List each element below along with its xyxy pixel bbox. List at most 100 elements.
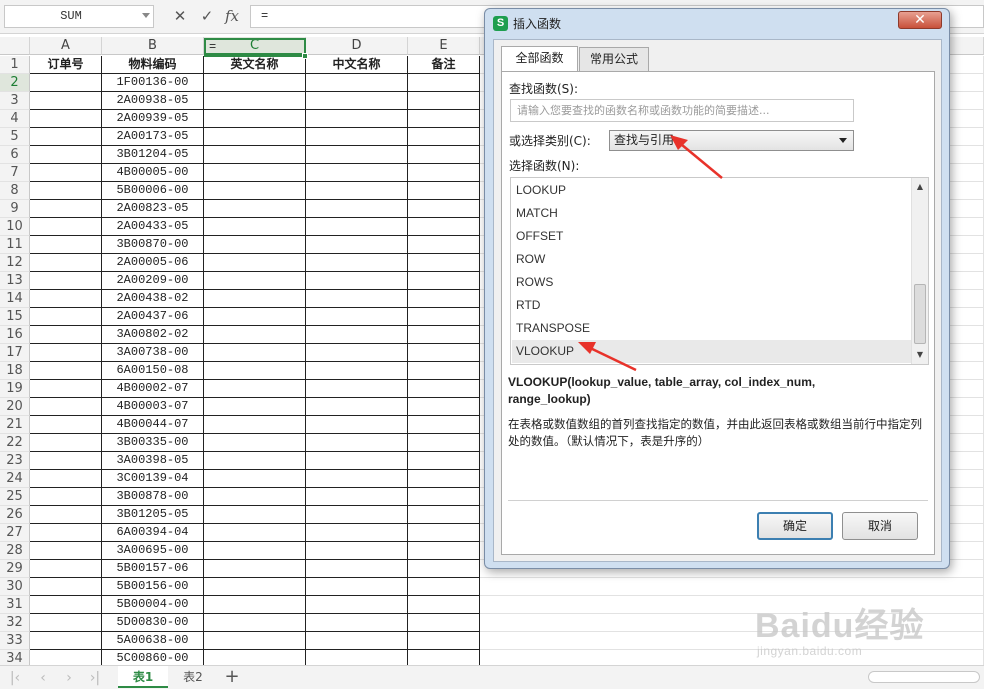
- cell[interactable]: [30, 128, 102, 146]
- code-cell[interactable]: 2A00438-02: [102, 290, 204, 308]
- cell[interactable]: [306, 92, 408, 110]
- code-cell[interactable]: 4B00044-07: [102, 416, 204, 434]
- cell[interactable]: [30, 434, 102, 452]
- row-header[interactable]: 12: [0, 254, 30, 272]
- function-item-vlookup[interactable]: VLOOKUP: [512, 340, 911, 363]
- cell[interactable]: [30, 398, 102, 416]
- category-select[interactable]: 查找与引用: [609, 130, 854, 151]
- row-header[interactable]: 10: [0, 218, 30, 236]
- scroll-thumb[interactable]: [914, 284, 926, 344]
- cell[interactable]: [408, 200, 480, 218]
- cell[interactable]: [30, 416, 102, 434]
- cell[interactable]: [408, 596, 480, 614]
- cell[interactable]: [204, 128, 306, 146]
- code-cell[interactable]: 5A00638-00: [102, 632, 204, 650]
- cell[interactable]: [30, 326, 102, 344]
- cell[interactable]: [30, 488, 102, 506]
- chevron-down-icon[interactable]: [142, 13, 150, 18]
- cell[interactable]: [306, 110, 408, 128]
- function-list[interactable]: VLOOKUP TRANSPOSE RTD ROWS ROW OFFSET MATCH LOO…: [510, 177, 929, 365]
- header-cell[interactable]: 物料编码: [102, 56, 204, 74]
- cell[interactable]: [30, 146, 102, 164]
- prev-sheet-icon[interactable]: ‹: [36, 670, 50, 686]
- cell[interactable]: [306, 218, 408, 236]
- cell[interactable]: [204, 74, 306, 92]
- cell[interactable]: [204, 524, 306, 542]
- row-header[interactable]: 15: [0, 308, 30, 326]
- cell[interactable]: [408, 146, 480, 164]
- row-header[interactable]: 3: [0, 92, 30, 110]
- cell[interactable]: [204, 362, 306, 380]
- cell[interactable]: [306, 236, 408, 254]
- cell[interactable]: [408, 632, 480, 650]
- cell[interactable]: [408, 128, 480, 146]
- row-header[interactable]: 7: [0, 164, 30, 182]
- row-header[interactable]: 27: [0, 524, 30, 542]
- cell[interactable]: [408, 524, 480, 542]
- code-cell[interactable]: 2A00938-05: [102, 92, 204, 110]
- cell[interactable]: [408, 506, 480, 524]
- row-header[interactable]: 19: [0, 380, 30, 398]
- close-button[interactable]: ✕: [898, 11, 942, 29]
- code-cell[interactable]: 2A00173-05: [102, 128, 204, 146]
- code-cell[interactable]: 4B00003-07: [102, 398, 204, 416]
- row-header[interactable]: 14: [0, 290, 30, 308]
- cell[interactable]: [204, 470, 306, 488]
- list-scrollbar[interactable]: ▲ ▼: [911, 178, 928, 364]
- cell[interactable]: [30, 272, 102, 290]
- cell[interactable]: [30, 236, 102, 254]
- cell[interactable]: [30, 596, 102, 614]
- cell[interactable]: [306, 632, 408, 650]
- cell[interactable]: [30, 632, 102, 650]
- cell[interactable]: [408, 308, 480, 326]
- cell[interactable]: [30, 218, 102, 236]
- cell[interactable]: [30, 110, 102, 128]
- cell[interactable]: [306, 200, 408, 218]
- row-header[interactable]: 23: [0, 452, 30, 470]
- cell[interactable]: [408, 290, 480, 308]
- cell[interactable]: [306, 290, 408, 308]
- cell[interactable]: [408, 272, 480, 290]
- cell[interactable]: [408, 470, 480, 488]
- cell[interactable]: [306, 326, 408, 344]
- cell[interactable]: [306, 146, 408, 164]
- header-cell[interactable]: 中文名称: [306, 56, 408, 74]
- cell[interactable]: [408, 344, 480, 362]
- cell[interactable]: [306, 506, 408, 524]
- cell[interactable]: [204, 596, 306, 614]
- cell[interactable]: [30, 290, 102, 308]
- header-cell[interactable]: 订单号: [30, 56, 102, 74]
- cell[interactable]: [408, 236, 480, 254]
- last-sheet-icon[interactable]: ›|: [88, 670, 102, 686]
- cell[interactable]: [30, 362, 102, 380]
- cell[interactable]: [408, 380, 480, 398]
- cell[interactable]: [408, 578, 480, 596]
- cell[interactable]: [306, 398, 408, 416]
- column-header-b[interactable]: B: [102, 37, 204, 55]
- cell[interactable]: [30, 506, 102, 524]
- cell[interactable]: [408, 416, 480, 434]
- column-header-d[interactable]: D: [306, 37, 408, 55]
- cell[interactable]: [204, 506, 306, 524]
- cell[interactable]: [204, 182, 306, 200]
- row-header[interactable]: 26: [0, 506, 30, 524]
- next-sheet-icon[interactable]: ›: [62, 670, 76, 686]
- row-header[interactable]: 16: [0, 326, 30, 344]
- cell[interactable]: [306, 542, 408, 560]
- cell[interactable]: [204, 614, 306, 632]
- cell[interactable]: [204, 578, 306, 596]
- cancel-button[interactable]: 取消: [842, 512, 918, 540]
- cancel-icon[interactable]: ✕: [170, 6, 190, 26]
- row-header[interactable]: 25: [0, 488, 30, 506]
- cell[interactable]: [408, 182, 480, 200]
- code-cell[interactable]: 4B00002-07: [102, 380, 204, 398]
- row-header[interactable]: 5: [0, 128, 30, 146]
- code-cell[interactable]: 6A00150-08: [102, 362, 204, 380]
- code-cell[interactable]: 3A00738-00: [102, 344, 204, 362]
- cell[interactable]: [306, 74, 408, 92]
- cell[interactable]: [30, 542, 102, 560]
- cell[interactable]: [204, 110, 306, 128]
- row-header[interactable]: 24: [0, 470, 30, 488]
- function-item-match[interactable]: MATCH: [512, 202, 911, 225]
- code-cell[interactable]: 2A00437-06: [102, 308, 204, 326]
